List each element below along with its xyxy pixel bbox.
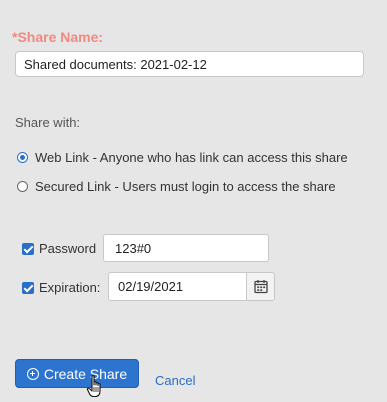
password-row: Password bbox=[22, 241, 96, 256]
create-share-button[interactable]: Create Share bbox=[15, 359, 139, 388]
hand-cursor-icon bbox=[86, 375, 101, 398]
share-with-label: Share with: bbox=[15, 115, 81, 130]
secured-link-option[interactable]: Secured Link - Users must login to acces… bbox=[17, 179, 336, 194]
expiration-label: Expiration: bbox=[39, 280, 101, 295]
web-link-option[interactable]: Web Link - Anyone who has link can acces… bbox=[17, 150, 348, 165]
calendar-button[interactable] bbox=[246, 272, 275, 301]
cancel-link[interactable]: Cancel bbox=[155, 373, 195, 388]
password-checkbox[interactable] bbox=[22, 242, 34, 255]
password-label: Password bbox=[39, 241, 97, 256]
secured-link-radio[interactable] bbox=[17, 181, 28, 192]
expiration-checkbox[interactable] bbox=[22, 281, 34, 294]
share-name-label: *Share Name: bbox=[12, 29, 104, 45]
plus-circle-icon bbox=[26, 367, 39, 380]
password-input[interactable] bbox=[103, 234, 269, 262]
secured-link-label: Secured Link - Users must login to acces… bbox=[35, 179, 336, 194]
expiration-date-group bbox=[108, 272, 275, 301]
expiration-row: Expiration: bbox=[22, 280, 100, 295]
web-link-label: Web Link - Anyone who has link can acces… bbox=[35, 150, 348, 165]
web-link-radio[interactable] bbox=[17, 152, 28, 163]
share-name-input[interactable] bbox=[15, 51, 364, 77]
expiration-date-input[interactable] bbox=[108, 272, 246, 301]
calendar-icon bbox=[253, 280, 268, 294]
